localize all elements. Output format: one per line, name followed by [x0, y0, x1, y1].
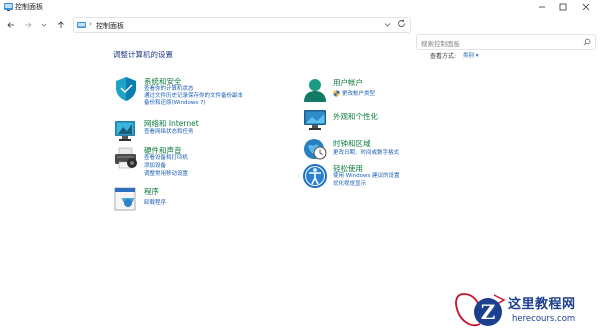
- link-optimize-display[interactable]: 优化视觉显示: [333, 181, 366, 188]
- forward-button[interactable]: [22, 19, 33, 30]
- view-by-label: 查看方式:: [430, 53, 457, 60]
- clock-globe-icon[interactable]: [302, 136, 328, 162]
- minimize-button[interactable]: [536, 1, 548, 13]
- user-icon[interactable]: [302, 77, 328, 103]
- address-bar[interactable]: › 控制面板: [73, 17, 411, 33]
- link-file-history[interactable]: 通过文件历史记录保存你的文件备份副本: [144, 93, 243, 100]
- link-devices-printers[interactable]: 查看设备和打印机: [144, 155, 188, 162]
- page-title: 调整计算机的设置: [113, 50, 173, 59]
- category-programs: 程序 卸载程序: [113, 186, 293, 212]
- maximize-icon: [559, 3, 567, 11]
- printer-icon[interactable]: [113, 145, 139, 171]
- uac-shield-icon: [333, 90, 340, 97]
- maximize-button[interactable]: [557, 1, 569, 13]
- window-title: 控制面板: [15, 3, 43, 11]
- category-title-network-internet[interactable]: 网络和 Internet: [144, 118, 199, 129]
- close-button[interactable]: [580, 1, 592, 13]
- link-view-status[interactable]: 查看你的计算机状态: [144, 86, 194, 93]
- chevron-down-icon: [41, 23, 46, 26]
- network-icon[interactable]: [113, 118, 139, 144]
- link-add-device[interactable]: 添加设备: [144, 163, 166, 170]
- control-panel-icon: [4, 3, 13, 11]
- search-icon: [583, 38, 591, 46]
- category-appearance: 外观和个性化: [302, 107, 482, 133]
- category-title-appearance[interactable]: 外观和个性化: [333, 111, 378, 122]
- watermark-name: 这里教程网: [508, 297, 576, 312]
- arrow-right-icon: [24, 21, 32, 28]
- category-user-accounts: 用户帐户 更改帐户类型: [302, 77, 482, 103]
- close-icon: [582, 3, 590, 11]
- search-placeholder: 搜索控制面板: [421, 40, 460, 48]
- back-button[interactable]: [5, 19, 16, 30]
- shield-icon[interactable]: [113, 76, 139, 102]
- link-mobility-settings[interactable]: 调整常用移动设置: [144, 171, 188, 178]
- monitor-icon[interactable]: [302, 107, 328, 133]
- category-ease-of-access: 轻松使用 使用 Windows 建议的设置 优化视觉显示: [302, 163, 482, 191]
- view-by-dropdown[interactable]: 类别 ▾: [463, 51, 479, 59]
- title-bar: 控制面板: [0, 0, 600, 14]
- category-title-user-accounts[interactable]: 用户帐户: [333, 77, 363, 88]
- category-network-internet: 网络和 Internet 查看网络状态和任务: [113, 118, 293, 144]
- recent-locations-button[interactable]: [38, 19, 49, 30]
- category-title-clock-region[interactable]: 时钟和区域: [333, 138, 371, 149]
- refresh-icon[interactable]: [397, 19, 406, 28]
- breadcrumb[interactable]: 控制面板: [96, 21, 124, 31]
- navigation-bar: › 控制面板 搜索控制面板: [0, 17, 600, 50]
- category-clock-region: 时钟和区域 更改日期、时间或数字格式: [302, 136, 482, 162]
- arrow-left-icon: [6, 21, 14, 28]
- watermark-url: herecours.com: [512, 314, 576, 324]
- accessibility-icon[interactable]: [302, 163, 328, 189]
- link-date-time-format[interactable]: 更改日期、时间或数字格式: [333, 150, 399, 157]
- category-hardware-sound: 硬件和声音 查看设备和打印机 添加设备 调整常用移动设置: [113, 145, 293, 177]
- category-system-security: 系统和安全 查看你的计算机状态 通过文件历史记录保存你的文件备份副本 备份和还原…: [113, 76, 293, 108]
- link-recommended-settings[interactable]: 使用 Windows 建议的设置: [333, 173, 400, 180]
- search-input[interactable]: 搜索控制面板: [416, 34, 596, 50]
- control-panel-icon: [77, 22, 86, 28]
- chevron-down-icon[interactable]: [384, 21, 391, 28]
- link-change-account-type[interactable]: 更改帐户类型: [342, 91, 375, 98]
- watermark-logo-letter: Z: [481, 300, 496, 324]
- arrow-up-icon: [57, 20, 64, 28]
- link-network-status[interactable]: 查看网络状态和任务: [144, 129, 194, 136]
- programs-icon[interactable]: [113, 186, 139, 212]
- up-button[interactable]: [55, 19, 66, 30]
- minimize-icon: [539, 6, 545, 8]
- link-uninstall-program[interactable]: 卸载程序: [144, 200, 166, 207]
- breadcrumb-chevron-icon: ›: [89, 20, 92, 28]
- category-title-programs[interactable]: 程序: [144, 186, 159, 197]
- link-backup-restore[interactable]: 备份和还原(Windows 7): [144, 100, 206, 107]
